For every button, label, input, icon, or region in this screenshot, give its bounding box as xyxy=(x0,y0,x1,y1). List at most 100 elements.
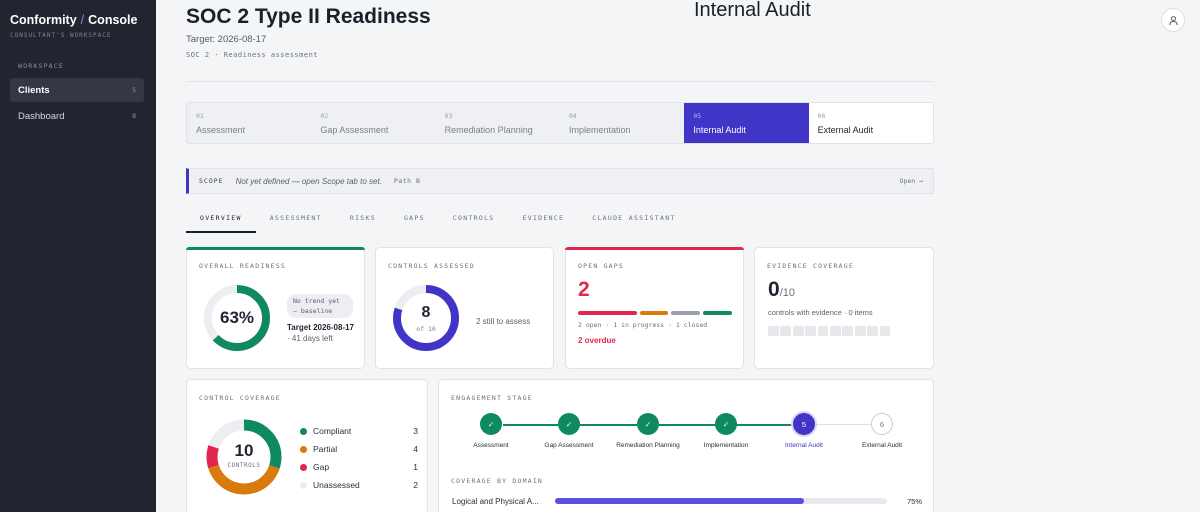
legend-label: Gap xyxy=(313,462,330,472)
evidence-total: /10 xyxy=(779,287,795,299)
stage-label: Internal Audit xyxy=(785,442,823,449)
controls-total: of 10 xyxy=(416,325,436,333)
scope-open-link[interactable]: Open → xyxy=(900,177,923,185)
evidence-coverage-card: EVIDENCE COVERAGE 0/10 controls with evi… xyxy=(754,247,934,369)
step-label: Implementation xyxy=(568,125,631,135)
scope-banner: SCOPE Not yet defined — open Scope tab t… xyxy=(186,168,934,194)
legend-dot xyxy=(300,445,307,453)
legend-value: 4 xyxy=(413,444,418,454)
user-menu-button[interactable] xyxy=(1161,8,1185,32)
stage-label: Gap Assessment xyxy=(544,442,594,449)
legend-label: Unassessed xyxy=(313,480,360,490)
stage-label: External Audit xyxy=(861,442,903,449)
tab-controls[interactable]: CONTROLS xyxy=(439,210,509,233)
user-icon xyxy=(1168,15,1178,25)
domain-percent: 75% xyxy=(907,497,923,506)
sidebar-item-count: 5 xyxy=(132,86,136,94)
stage-stepper: 01 Assessment 02 Gap Assessment 03 Remed… xyxy=(186,102,934,144)
stage-node-remediation-planning[interactable]: ✓ xyxy=(637,413,659,435)
legend-dot xyxy=(300,481,307,489)
evidence-cell xyxy=(829,326,841,336)
step-label: Internal Audit xyxy=(693,125,746,135)
step-number: 01 xyxy=(196,112,204,120)
stage-node-internal-audit[interactable]: 5 xyxy=(793,413,815,435)
overdue-count[interactable]: 2 overdue xyxy=(578,336,616,345)
step-number: 05 xyxy=(693,112,702,120)
tab-overview[interactable]: OVERVIEW xyxy=(186,210,256,233)
stage-node-gap-assessment[interactable]: ✓ xyxy=(558,413,580,435)
card-label: CONTROLS ASSESSED xyxy=(388,262,475,270)
current-stage-heading: Internal Audit xyxy=(694,0,811,21)
evidence-cell xyxy=(780,326,792,336)
card-label: OPEN GAPS xyxy=(578,262,625,270)
stage-line-complete xyxy=(503,424,817,426)
domain-coverage-label: COVERAGE BY DOMAIN xyxy=(451,477,544,485)
stepper-step-gap-assessment[interactable]: 02 Gap Assessment xyxy=(311,103,435,143)
sidebar: Conformity / Console CONSULTANT'S WORKSPAC… xyxy=(0,0,156,512)
coverage-total: 10 xyxy=(234,441,254,460)
gap-summary: 2 open · 1 in progress · 1 closed xyxy=(578,321,708,329)
legend-item-compliant: Compliant 3 xyxy=(300,426,418,436)
card-accent-bar xyxy=(186,247,365,250)
card-label: OVERALL READINESS xyxy=(199,262,286,270)
step-number: 02 xyxy=(320,112,329,120)
controls-remaining: 2 still to assess xyxy=(476,317,531,326)
stage-label: Implementation xyxy=(703,442,749,449)
card-label: CONTROL COVERAGE xyxy=(199,394,281,402)
brand-separator: / xyxy=(80,13,85,27)
tab-gaps[interactable]: GAPS xyxy=(390,210,439,233)
stepper-step-remediation-planning[interactable]: 03 Remediation Planning xyxy=(436,103,560,143)
stage-node-assessment[interactable]: ✓ xyxy=(480,413,502,435)
page-title: SOC 2 Type II Readiness xyxy=(186,5,431,28)
tab-risks[interactable]: RISKS xyxy=(336,210,390,233)
evidence-cell xyxy=(842,326,854,336)
stage-node-implementation[interactable]: ✓ xyxy=(715,413,737,435)
stage-label: Remediation Planning xyxy=(616,442,680,449)
step-number: 06 xyxy=(817,112,826,120)
legend-label: Partial xyxy=(313,444,338,454)
evidence-cell xyxy=(854,326,866,336)
sidebar-item-label: Clients xyxy=(18,84,50,96)
legend-dot xyxy=(300,427,307,435)
legend-item-unassessed: Unassessed 2 xyxy=(300,480,418,490)
app-brand[interactable]: Conformity / Console xyxy=(10,13,137,27)
sidebar-item-clients[interactable]: Clients 5 xyxy=(10,78,144,102)
legend-value: 2 xyxy=(413,480,418,490)
header-divider xyxy=(186,81,934,82)
stepper-step-internal-audit[interactable]: 05 Internal Audit xyxy=(684,103,809,143)
stepper-step-assessment[interactable]: 01 Assessment xyxy=(187,103,311,143)
app-section: Console xyxy=(88,13,138,27)
step-label: Assessment xyxy=(196,125,246,135)
tab-assessment[interactable]: ASSESSMENT xyxy=(256,210,336,233)
controls-assessed-card: CONTROLS ASSESSED 8 of 10 2 still to ass… xyxy=(375,247,554,369)
evidence-cell xyxy=(768,326,779,336)
evidence-caption: controls with evidence · 0 items xyxy=(768,308,873,317)
controls-assessed-value: 8 xyxy=(421,304,431,321)
days-left: · 41 days left xyxy=(287,334,333,343)
scope-tag: SCOPE xyxy=(199,177,224,185)
gap-bar-open xyxy=(578,311,637,315)
tab-claude-assistant[interactable]: CLAUDE ASSISTANT xyxy=(578,210,689,233)
sidebar-item-dashboard[interactable]: Dashboard 8 xyxy=(10,104,144,128)
gap-bar-closed xyxy=(703,311,732,315)
step-label: Remediation Planning xyxy=(444,125,533,135)
open-gaps-count: 2 xyxy=(578,278,590,301)
evidence-grid xyxy=(768,326,892,336)
app-name: Conformity xyxy=(10,13,77,27)
domain-name: Logical and Physical A... xyxy=(452,497,539,506)
legend-label: Compliant xyxy=(313,426,352,436)
step-number: 04 xyxy=(568,112,577,120)
readiness-target: Target 2026-08-17 · 41 days left xyxy=(287,322,357,344)
card-accent-bar xyxy=(565,247,744,250)
scope-message: Not yet defined — open Scope tab to set. xyxy=(235,176,382,186)
stage-node-external-audit[interactable]: 6 xyxy=(871,413,893,435)
legend-value: 1 xyxy=(413,462,418,472)
legend-value: 3 xyxy=(413,426,418,436)
step-label: Gap Assessment xyxy=(320,125,389,135)
evidence-cell xyxy=(805,326,816,336)
stepper-step-implementation[interactable]: 04 Implementation xyxy=(560,103,684,143)
coverage-unit: CONTROLS xyxy=(227,462,261,469)
tab-evidence[interactable]: EVIDENCE xyxy=(509,210,579,233)
stepper-step-external-audit[interactable]: 06 External Audit xyxy=(808,103,933,143)
card-label: EVIDENCE COVERAGE xyxy=(767,262,854,270)
